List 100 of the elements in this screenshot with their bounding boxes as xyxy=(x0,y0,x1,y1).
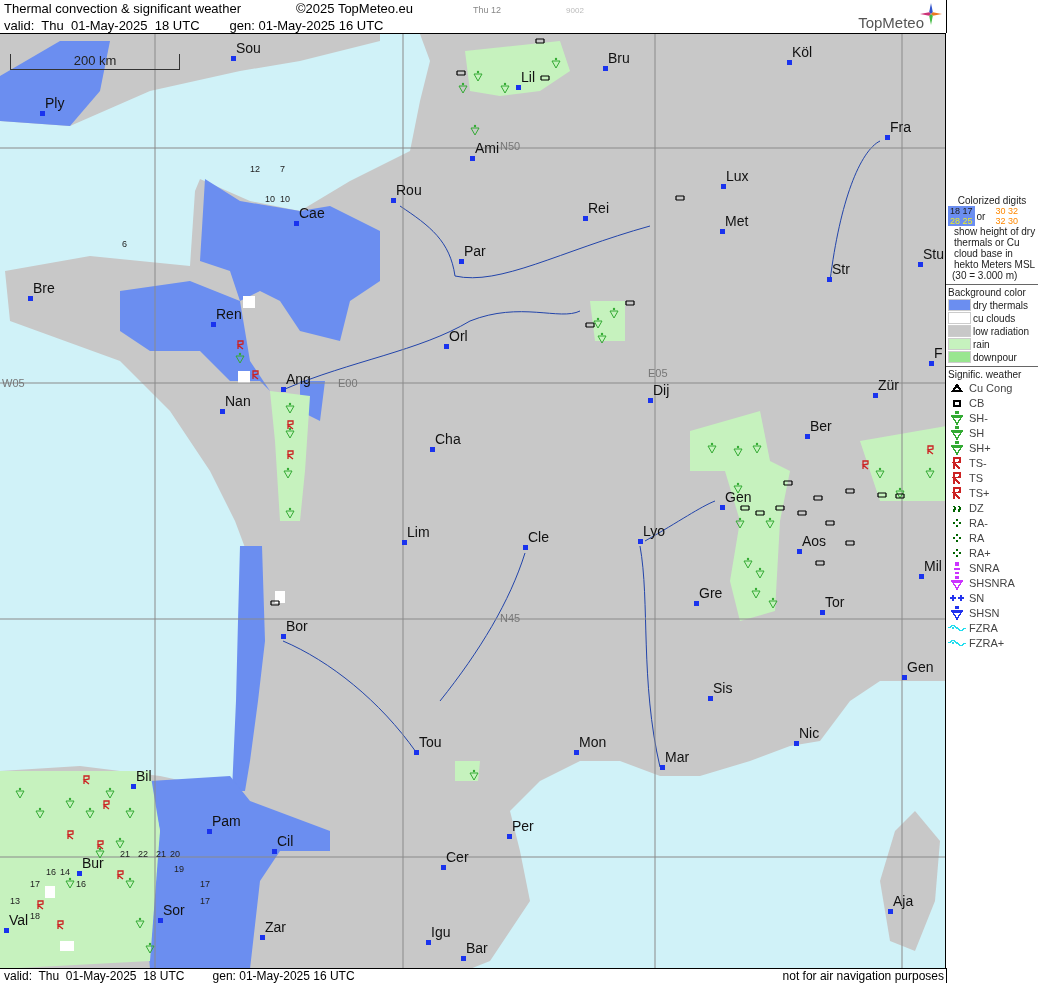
city-label: Cha xyxy=(435,431,461,447)
copyright-text: ©2025 TopMeteo.eu xyxy=(296,1,414,16)
shower-symbol-icon xyxy=(125,807,135,819)
shower-symbol-icon xyxy=(925,467,935,479)
city-label: Dij xyxy=(653,382,670,398)
thermal-height-digit: 21 xyxy=(156,849,166,859)
shower-symbol-icon xyxy=(458,82,468,94)
shower-symbol-icon xyxy=(85,807,95,819)
cb-symbol-icon xyxy=(845,540,855,546)
city-marker-icon xyxy=(391,198,396,203)
thunderstorm-symbol-icon xyxy=(861,460,869,470)
legend-label: TS xyxy=(969,471,984,484)
city-label: Cer xyxy=(446,849,469,865)
grid-label: W05 xyxy=(2,377,25,389)
valid-time: valid: Thu 01-May-2025 18 UTC xyxy=(4,969,185,983)
city-label: Per xyxy=(512,818,534,834)
cb-symbol-icon xyxy=(845,488,855,494)
shower-symbol-icon xyxy=(115,837,125,849)
city-marker-icon xyxy=(708,696,713,701)
city-marker-icon xyxy=(414,750,419,755)
thermal-height-digit: 6 xyxy=(122,239,127,249)
city-marker-icon xyxy=(516,85,521,90)
city-marker-icon xyxy=(281,634,286,639)
cb-symbol-icon xyxy=(755,510,765,516)
thermal-height-digit: 17 xyxy=(200,879,210,889)
thunderstorm-symbol-icon xyxy=(82,775,90,785)
city-marker-icon xyxy=(426,940,431,945)
shower-symbol-icon xyxy=(105,787,115,799)
city-marker-icon xyxy=(444,344,449,349)
city-marker-icon xyxy=(131,784,136,789)
city-label: Stu xyxy=(923,246,944,262)
city-marker-icon xyxy=(888,909,893,914)
legend-example: (30 = 3.000 m) xyxy=(951,270,1019,281)
cb-symbol-icon xyxy=(877,492,887,498)
thunderstorm-symbol-icon xyxy=(286,450,294,460)
legend-label: FZRA+ xyxy=(969,636,1005,649)
city-marker-icon xyxy=(919,574,924,579)
city-marker-icon xyxy=(574,750,579,755)
disclaimer-text: not for air navigation purposes xyxy=(782,969,945,983)
shower-symbol-icon xyxy=(768,597,778,609)
legend-label: SH+ xyxy=(969,441,991,454)
thermal-height-digit: 17 xyxy=(30,879,40,889)
city-label: Gre xyxy=(699,585,723,601)
city-marker-icon xyxy=(470,156,475,161)
city-label: Str xyxy=(832,261,850,277)
city-marker-icon xyxy=(272,849,277,854)
legend-note: show height of dry thermals or Cu cloud base in hekto Meters MSL xyxy=(953,226,1036,270)
city-marker-icon xyxy=(40,111,45,116)
thunderstorm-symbol-icon xyxy=(96,840,104,850)
shower-symbol-icon xyxy=(15,787,25,799)
city-marker-icon xyxy=(873,393,878,398)
shower-symbol-icon xyxy=(765,517,775,529)
thermal-height-digit: 16 xyxy=(76,879,86,889)
thunderstorm-symbol-icon xyxy=(116,870,124,880)
city-marker-icon xyxy=(507,834,512,839)
thunderstorm-symbol-icon xyxy=(102,800,110,810)
logo-text: TopMeteo xyxy=(858,14,924,31)
legend-label: SHSNRA xyxy=(969,576,1015,589)
shower-symbol-icon xyxy=(500,82,510,94)
city-label: Ami xyxy=(475,140,500,156)
thunderstorm-symbol-icon xyxy=(56,920,64,930)
city-label: Sou xyxy=(236,40,261,56)
generated-time: gen: 01-May-2025 16 UTC xyxy=(229,18,384,33)
shower-symbol-icon xyxy=(551,57,561,69)
shower-symbol-icon xyxy=(609,307,619,319)
shower-symbol-icon xyxy=(469,769,479,781)
city-label: Köl xyxy=(792,44,813,60)
shower-symbol-icon xyxy=(755,567,765,579)
city-label: F xyxy=(934,345,943,361)
city-marker-icon xyxy=(805,434,810,439)
cb-symbol-icon xyxy=(675,195,685,201)
shower-symbol-icon xyxy=(751,587,761,599)
shower-symbol-icon xyxy=(733,445,743,457)
digit-sample: 18 17 28 25 xyxy=(948,206,975,226)
city-marker-icon xyxy=(523,545,528,550)
cb-symbol-icon xyxy=(540,75,550,81)
city-label: Ang xyxy=(286,371,311,387)
shower-symbol-icon xyxy=(707,442,717,454)
city-label: Gen xyxy=(725,489,752,505)
city-label: Bru xyxy=(608,50,630,66)
grid-label: N45 xyxy=(500,612,521,624)
city-marker-icon xyxy=(207,829,212,834)
legend-label: RA xyxy=(969,531,985,544)
river-line xyxy=(644,500,716,542)
city-label: Met xyxy=(725,213,749,229)
city-marker-icon xyxy=(787,60,792,65)
legend-title: Colorized digits xyxy=(956,195,1028,206)
city-label: Bre xyxy=(33,280,55,296)
city-label: Par xyxy=(464,243,486,259)
legend-label: DZ xyxy=(969,501,984,514)
thunderstorm-symbol-icon xyxy=(36,900,44,910)
city-label: Lil xyxy=(521,69,535,85)
code-label: 9002 xyxy=(566,5,584,17)
thermal-height-digit: 7 xyxy=(280,164,285,174)
legend-label: RA- xyxy=(969,516,988,529)
shower-symbol-icon xyxy=(752,442,762,454)
legend-label: dry thermals xyxy=(973,299,1028,311)
city-label: Sis xyxy=(713,680,733,696)
shower-symbol-icon xyxy=(125,877,135,889)
shower-symbol-icon xyxy=(593,317,603,329)
